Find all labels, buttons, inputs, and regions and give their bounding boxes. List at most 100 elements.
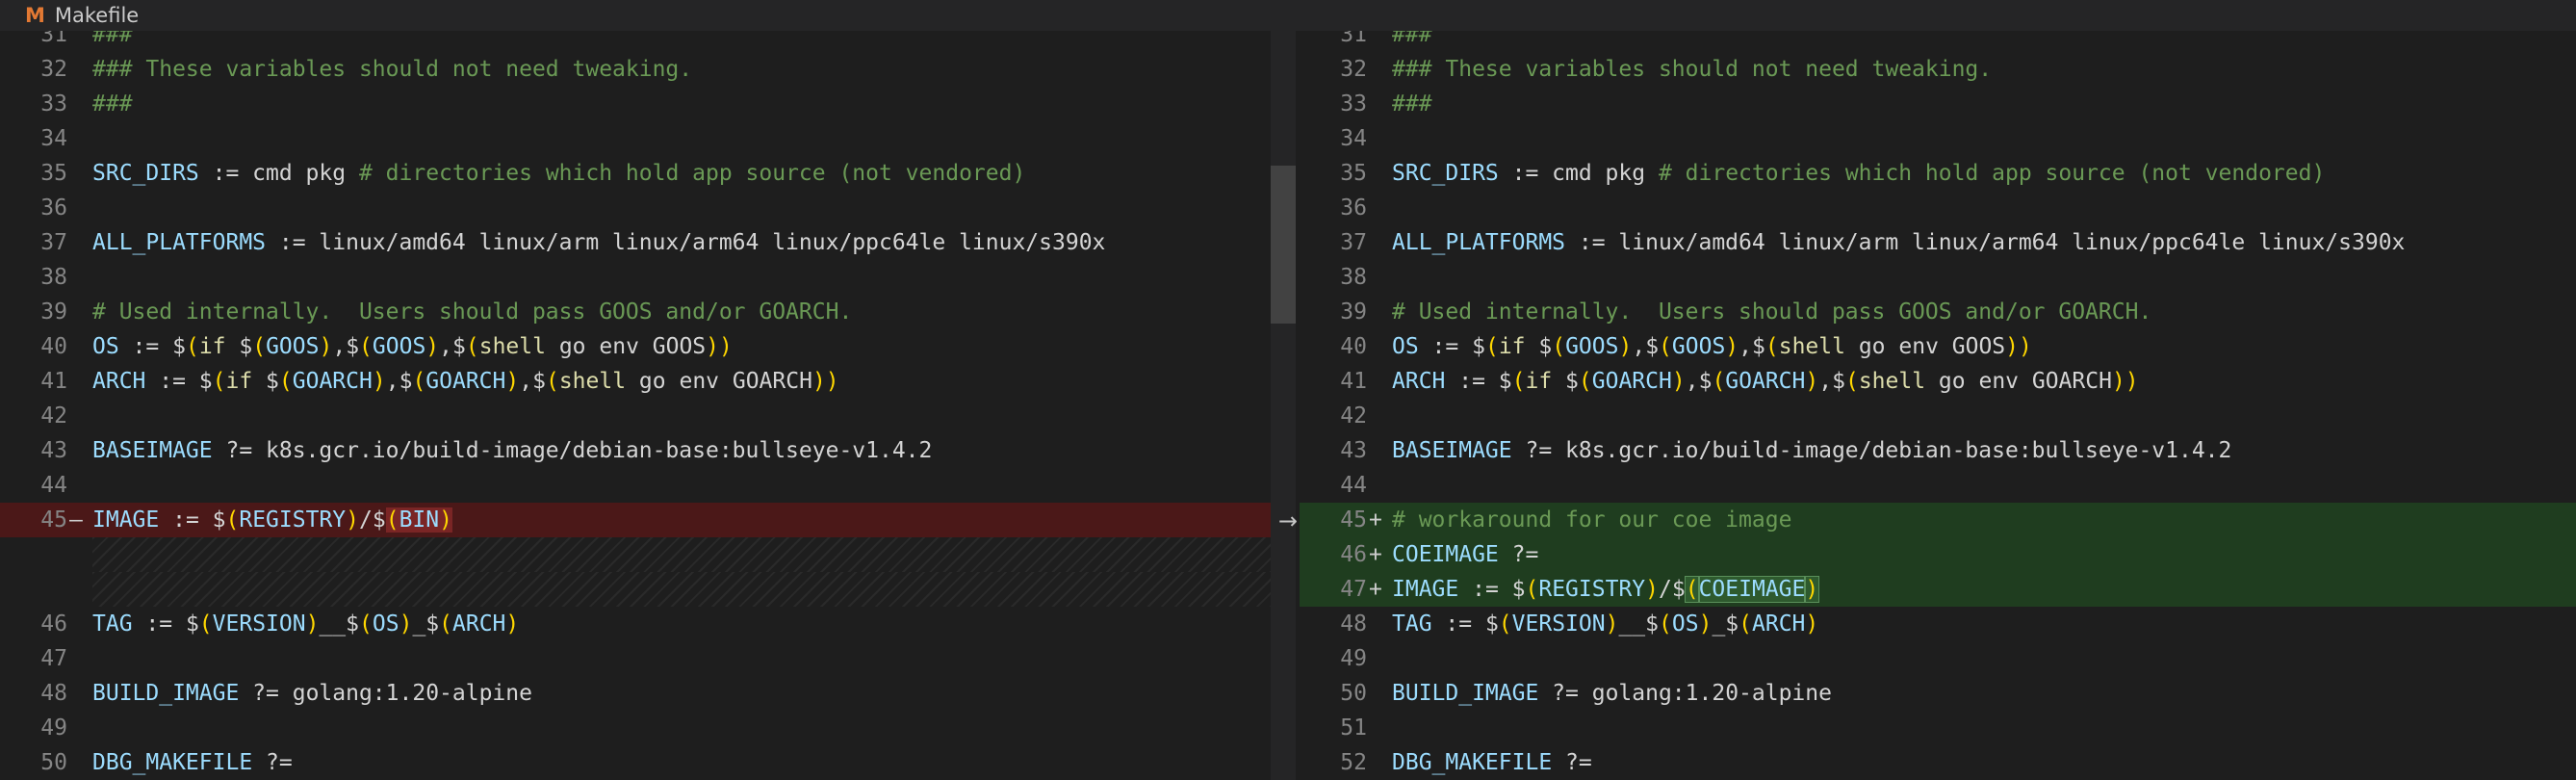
- code-text[interactable]: ###: [1392, 31, 1432, 52]
- original-code-line[interactable]: 31 ###: [0, 31, 1271, 52]
- code-text[interactable]: SRC_DIRS := cmd pkg # directories which …: [92, 156, 1025, 191]
- original-code-line[interactable]: 32 ### These variables should not need tw…: [0, 52, 1271, 87]
- original-code-line[interactable]: 39 # Used internally. Users should pass G…: [0, 295, 1271, 329]
- code-text[interactable]: # Used internally. Users should pass GOO…: [1392, 295, 2151, 329]
- code-text[interactable]: IMAGE := $(REGISTRY)/$(COEIMAGE): [1392, 572, 1820, 607]
- tab-filename[interactable]: Makefile: [55, 4, 139, 27]
- code-text[interactable]: ALL_PLATFORMS := linux/amd64 linux/arm l…: [92, 225, 1105, 260]
- code-text[interactable]: TAG := $(VERSION)__$(OS)_$(ARCH): [92, 607, 519, 641]
- modified-code-line[interactable]: 52 DBG_MAKEFILE ?=: [1300, 745, 2576, 780]
- modified-code-line[interactable]: 40 OS := $(if $(GOOS),$(GOOS),$(shell go …: [1300, 329, 2576, 364]
- code-text[interactable]: TAG := $(VERSION)__$(OS)_$(ARCH): [1392, 607, 1818, 641]
- code-text[interactable]: ARCH := $(if $(GOARCH),$(GOARCH),$(shell…: [1392, 364, 2139, 399]
- code-token: (: [1659, 334, 1672, 359]
- modified-code-line[interactable]: 43 BASEIMAGE ?= k8s.gcr.io/build-image/de…: [1300, 433, 2576, 468]
- code-token: ALL_PLATFORMS: [1392, 230, 1566, 255]
- code-token: ###: [92, 31, 133, 47]
- modified-code-line[interactable]: 35 SRC_DIRS := cmd pkg # directories whic…: [1300, 156, 2576, 191]
- modified-code-line[interactable]: 51: [1300, 711, 2576, 745]
- code-token: (: [198, 611, 213, 637]
- code-text[interactable]: COEIMAGE ?=: [1392, 537, 1538, 572]
- code-token: $: [1832, 369, 1845, 394]
- modified-file-pane[interactable]: 31 ### 32 ### These variables should not ne…: [1300, 31, 2576, 780]
- code-text[interactable]: DBG_MAKEFILE ?=: [92, 745, 293, 780]
- code-text[interactable]: ###: [1392, 87, 1432, 121]
- modified-code-line[interactable]: 49: [1300, 641, 2576, 676]
- code-text[interactable]: IMAGE := $(REGISTRY)/$(BIN): [92, 503, 452, 537]
- line-number: 32: [40, 57, 67, 82]
- modified-code-line[interactable]: 47 + IMAGE := $(REGISTRY)/$(COEIMAGE): [1300, 572, 2576, 607]
- modified-code-line[interactable]: 45 + # workaround for our coe image: [1300, 503, 2576, 537]
- vertical-scrollbar[interactable]: [1271, 31, 1296, 780]
- code-token: $: [532, 369, 546, 394]
- modified-code-line[interactable]: 32 ### These variables should not need tw…: [1300, 52, 2576, 87]
- line-number: 49: [40, 715, 67, 741]
- modified-code-line[interactable]: 39 # Used internally. Users should pass G…: [1300, 295, 2576, 329]
- modified-code-line[interactable]: 50 BUILD_IMAGE ?= golang:1.20-alpine: [1300, 676, 2576, 711]
- code-text[interactable]: BUILD_IMAGE ?= golang:1.20-alpine: [92, 676, 532, 711]
- original-code-line[interactable]: 33 ###: [0, 87, 1271, 121]
- original-code-line[interactable]: 48 BUILD_IMAGE ?= golang:1.20-alpine: [0, 676, 1271, 711]
- code-token: $: [452, 334, 466, 359]
- code-text[interactable]: ALL_PLATFORMS := linux/amd64 linux/arm l…: [1392, 225, 2405, 260]
- code-token: # Used internally. Users should pass GOO…: [1392, 299, 2152, 325]
- line-number: 46: [40, 611, 67, 637]
- code-text[interactable]: ARCH := $(if $(GOARCH),$(GOARCH),$(shell…: [92, 364, 839, 399]
- modified-code-line[interactable]: 36: [1300, 191, 2576, 225]
- original-code-line[interactable]: 42: [0, 399, 1271, 433]
- code-token: $: [1645, 611, 1660, 637]
- code-token: __: [1618, 611, 1646, 637]
- scrollbar-thumb[interactable]: [1271, 166, 1296, 324]
- line-number: 33: [1340, 91, 1367, 117]
- code-text[interactable]: # Used internally. Users should pass GOO…: [92, 295, 852, 329]
- modified-code-line[interactable]: 37 ALL_PLATFORMS := linux/amd64 linux/arm…: [1300, 225, 2576, 260]
- original-code-line[interactable]: 35 SRC_DIRS := cmd pkg # directories whic…: [0, 156, 1271, 191]
- code-text[interactable]: ### These variables should not need twea…: [1392, 52, 1992, 87]
- code-text[interactable]: ### These variables should not need twea…: [92, 52, 692, 87]
- original-code-line[interactable]: 38: [0, 260, 1271, 295]
- modified-code-line[interactable]: 42: [1300, 399, 2576, 433]
- modified-code-line[interactable]: 38: [1300, 260, 2576, 295]
- revert-change-arrow-icon[interactable]: →: [1278, 507, 1298, 534]
- code-text[interactable]: OS := $(if $(GOOS),$(GOOS),$(shell go en…: [1392, 329, 2032, 364]
- line-number: 44: [40, 473, 67, 498]
- modified-code-line[interactable]: 44: [1300, 468, 2576, 503]
- code-token: # workaround for our coe image: [1392, 507, 1792, 533]
- original-code-line[interactable]: 34: [0, 121, 1271, 156]
- modified-code-line[interactable]: 33 ###: [1300, 87, 2576, 121]
- original-code-line[interactable]: 49: [0, 711, 1271, 745]
- code-text[interactable]: BASEIMAGE ?= k8s.gcr.io/build-image/debi…: [1392, 433, 2231, 468]
- code-text[interactable]: SRC_DIRS := cmd pkg # directories which …: [1392, 156, 2325, 191]
- modified-code-line[interactable]: 41 ARCH := $(if $(GOARCH),$(GOARCH),$(she…: [1300, 364, 2576, 399]
- modified-code-line[interactable]: 34: [1300, 121, 2576, 156]
- code-token: $: [1725, 611, 1739, 637]
- code-text[interactable]: ###: [92, 31, 133, 52]
- modified-code-line[interactable]: 31 ###: [1300, 31, 2576, 52]
- modified-code-line[interactable]: 46 + COEIMAGE ?=: [1300, 537, 2576, 572]
- code-text[interactable]: ###: [92, 87, 133, 121]
- original-code-line[interactable]: 36: [0, 191, 1271, 225]
- code-token: $: [1645, 334, 1660, 359]
- original-file-pane[interactable]: 31 ### 32 ### These variables should not ne…: [0, 31, 1271, 780]
- original-code-line[interactable]: 50 DBG_MAKEFILE ?=: [0, 745, 1271, 780]
- code-token: BASEIMAGE: [1392, 438, 1512, 463]
- line-number: 43: [1340, 438, 1367, 463]
- code-text[interactable]: BASEIMAGE ?= k8s.gcr.io/build-image/debi…: [92, 433, 932, 468]
- original-code-line[interactable]: 44: [0, 468, 1271, 503]
- line-number: 48: [1340, 611, 1367, 637]
- original-code-line[interactable]: 37 ALL_PLATFORMS := linux/amd64 linux/arm…: [0, 225, 1271, 260]
- code-text[interactable]: OS := $(if $(GOOS),$(GOOS),$(shell go en…: [92, 329, 733, 364]
- original-code-line[interactable]: 47: [0, 641, 1271, 676]
- code-text[interactable]: # workaround for our coe image: [1392, 503, 1791, 537]
- original-code-line[interactable]: 41 ARCH := $(if $(GOARCH),$(GOARCH),$(she…: [0, 364, 1271, 399]
- code-token: (: [359, 611, 373, 637]
- original-code-line[interactable]: 45— IMAGE := $(REGISTRY)/$(BIN): [0, 503, 1271, 537]
- line-number: 40: [40, 334, 67, 359]
- code-text[interactable]: BUILD_IMAGE ?= golang:1.20-alpine: [1392, 676, 1832, 711]
- original-code-line[interactable]: 40 OS := $(if $(GOOS),$(GOOS),$(shell go …: [0, 329, 1271, 364]
- code-text[interactable]: DBG_MAKEFILE ?=: [1392, 745, 1592, 780]
- code-token: COEIMAGE: [1697, 576, 1807, 603]
- original-code-line[interactable]: 46 TAG := $(VERSION)__$(OS)_$(ARCH): [0, 607, 1271, 641]
- modified-code-line[interactable]: 48 TAG := $(VERSION)__$(OS)_$(ARCH): [1300, 607, 2576, 641]
- original-code-line[interactable]: 43 BASEIMAGE ?= k8s.gcr.io/build-image/de…: [0, 433, 1271, 468]
